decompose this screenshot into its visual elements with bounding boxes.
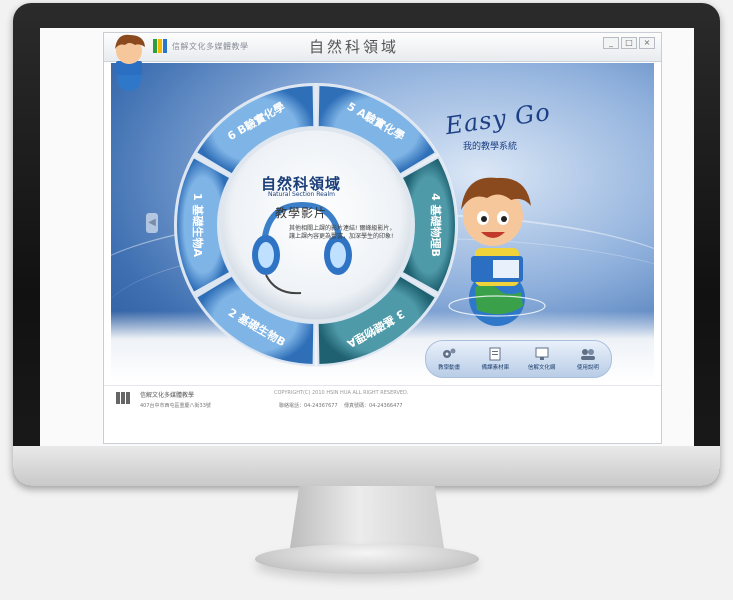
toolbar-item-materials[interactable]: 備課素材庫 (475, 347, 515, 371)
monitor-chin (13, 446, 720, 486)
company-name: 信解文化多媒體教學 (172, 42, 249, 51)
gears-icon (443, 348, 456, 358)
close-button[interactable]: × (639, 37, 655, 49)
realm-subtitle: Natural Section Realm (268, 191, 336, 198)
tagline: 我的教學系統 (463, 142, 518, 152)
footer-address: 407台中市西屯區重慶八街33號 (140, 403, 211, 409)
company-logo-icon (153, 39, 167, 53)
footer: 信解文化多媒體教學 407台中市西屯區重慶八街33號 COPYRIGHT(C) … (104, 385, 661, 416)
title-bar: 信解文化多媒體教學 自然科領域 _ □ × (104, 33, 661, 62)
mascot-boy-illustration (448, 177, 546, 326)
previous-arrow-icon[interactable]: ◀ (146, 213, 158, 233)
users-icon (580, 349, 595, 360)
footer-phone: 聯絡電話：04-24367677 (279, 403, 338, 409)
section-description: 其他相關上課的影片連結! 爾峰級影片，讓上課內容更為豐富，加深學生的印象! (289, 225, 396, 240)
monitor-base (255, 544, 479, 574)
toolbar-item-label: 使用說明 (576, 365, 599, 371)
toolbar-item-help[interactable]: 使用說明 (568, 347, 608, 371)
footer-copyright: COPYRIGHT(C) 2010 HSIN HUA ALL RIGHT RES… (274, 390, 409, 396)
app-window: 信解文化多媒體教學 自然科領域 _ □ × 1 基礎生物A 2 基礎生物B 3 … (103, 32, 662, 444)
toolbar-item-label: 信解文化網 (527, 365, 556, 371)
main-stage: 1 基礎生物A 2 基礎生物B 3 基礎物理A 4 基礎物理B 5 A驗實化學 6 B驗實… (111, 63, 654, 381)
monitor-icon (535, 347, 549, 360)
toolbar-item-animation[interactable]: 教學動畫 (429, 347, 469, 371)
section-label: 教學影片 (275, 206, 328, 220)
menu-segment-label-1[interactable]: 1 基礎生物A (191, 193, 205, 257)
minimize-button[interactable]: _ (603, 37, 619, 49)
monitor-stand (290, 486, 444, 548)
maximize-button[interactable]: □ (621, 37, 637, 49)
footer-company: 信解文化多媒體教學 (140, 392, 195, 399)
mascot-badge-illustration (115, 34, 145, 91)
window-title: 自然科領域 (309, 38, 400, 56)
footer-logo-icon (116, 392, 130, 404)
toolbar-item-label: 教學動畫 (438, 365, 461, 371)
tool-dock: 教學動畫 備課素材庫 信解文化網 使用說明 (425, 340, 612, 378)
document-icon (489, 347, 501, 361)
footer-fax: 傳真號碼：04-24366477 (344, 403, 403, 409)
toolbar-item-label: 備課素材庫 (481, 365, 510, 371)
screen: 信解文化多媒體教學 自然科領域 _ □ × 1 基礎生物A 2 基礎生物B 3 … (40, 28, 694, 446)
window-controls: _ □ × (603, 37, 655, 49)
toolbar-item-website[interactable]: 信解文化網 (522, 347, 562, 371)
